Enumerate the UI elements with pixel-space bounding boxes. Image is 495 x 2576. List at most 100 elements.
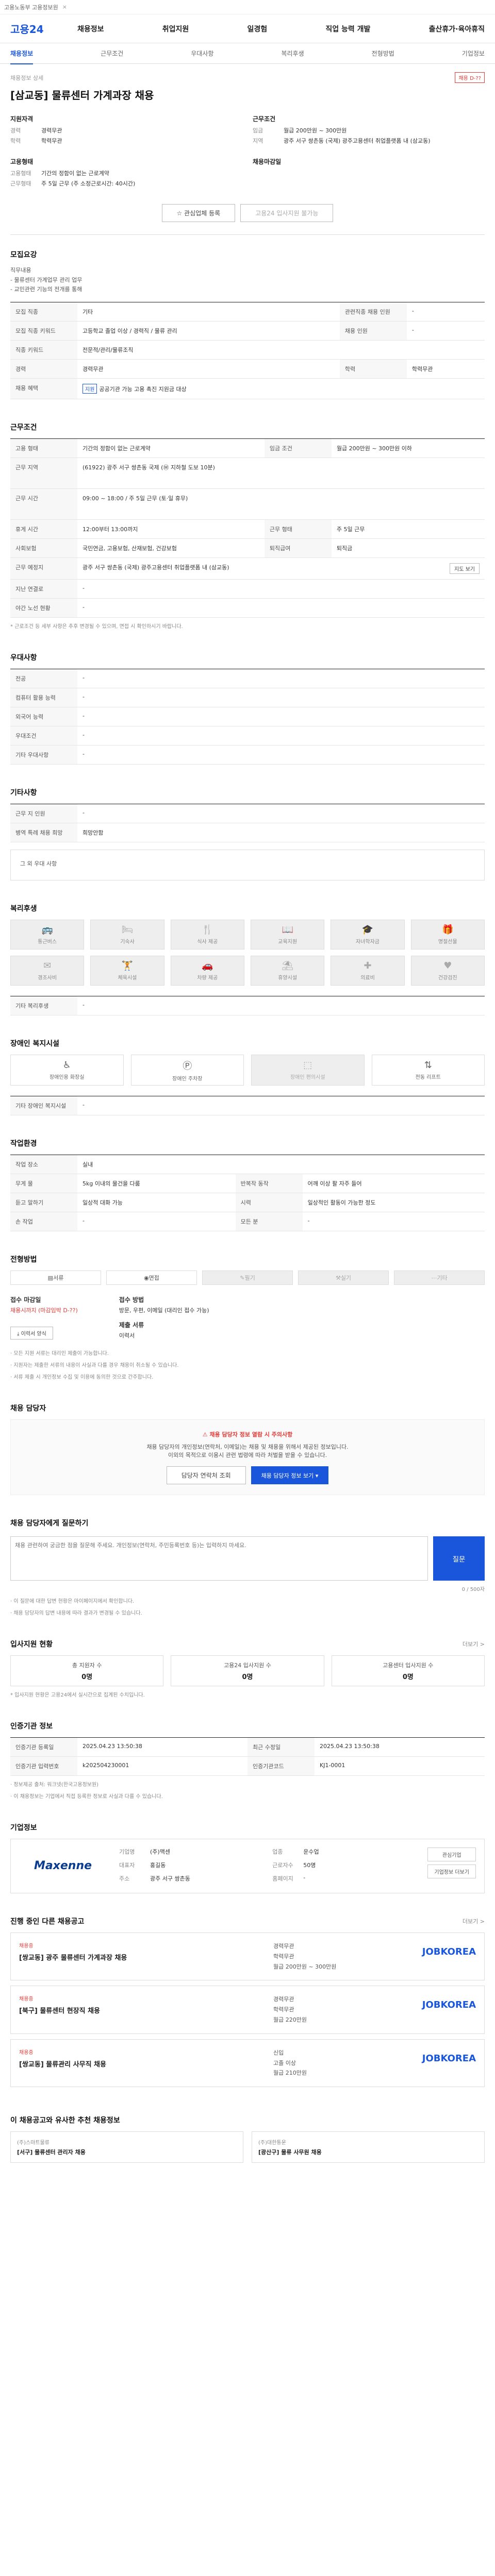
question-input[interactable] bbox=[10, 1536, 428, 1581]
process-step: ⋯ 기타 bbox=[394, 1270, 485, 1285]
kv-key: 학력 bbox=[10, 138, 21, 144]
job-source-logo: JOBKOREA bbox=[422, 1946, 476, 1958]
cell-key: 휴게 시간 bbox=[10, 519, 77, 539]
contact-view-button[interactable]: 채용 담당자 정보 보기 ▾ bbox=[251, 1466, 329, 1485]
kv-value: 월급 200만원 ~ 300만원 bbox=[284, 127, 347, 134]
apply-method-heading: 접수 방법 bbox=[119, 1296, 144, 1304]
table-row: 작업 장소 실내 bbox=[10, 1155, 485, 1175]
close-icon[interactable]: × bbox=[62, 4, 67, 10]
cell-value: - bbox=[77, 745, 485, 765]
bed-icon: 🛏 bbox=[121, 924, 134, 936]
table-row: 야간 노선 현황 - bbox=[10, 598, 485, 618]
recommend-card[interactable]: (주)스마트물류 [서구] 물류센터 관리자 채용 bbox=[10, 2131, 243, 2163]
resume-form-button[interactable]: ⤓ 이력서 양식 bbox=[10, 1327, 53, 1340]
cell-key: 듣고 말하기 bbox=[10, 1193, 77, 1213]
gnb-item-experience[interactable]: 일경험 bbox=[248, 24, 268, 34]
section-title: 모집요강 bbox=[10, 251, 37, 259]
cell-value: 09:00 ~ 18:00 / 주 5일 근무 (토·일 휴무) bbox=[77, 488, 485, 520]
cell-value: 2025.04.23 13:50:38 bbox=[315, 1737, 485, 1757]
cell-value: 어깨 이상 팔 자주 들어 bbox=[302, 1174, 485, 1194]
stat-card: 고용24 입사지원 수 0명 bbox=[171, 1655, 324, 1687]
deadline-badge: 채용 D-?? bbox=[455, 72, 485, 83]
process-note: · 지원자는 제출한 서류의 내용이 사실과 다를 경우 채용이 취소될 수 있… bbox=[10, 1363, 179, 1369]
question-note: · 이 질문에 대한 답변 현황은 마이페이지에서 확인합니다. bbox=[10, 1599, 135, 1605]
apply-button[interactable]: 고용24 입사지원 불가능 bbox=[240, 204, 334, 222]
stats-more-link[interactable]: 더보기 > bbox=[463, 1640, 485, 1648]
gnb-item-training[interactable]: 직업 능력 개발 bbox=[325, 24, 370, 34]
question-submit-button[interactable]: 질문 bbox=[433, 1536, 485, 1581]
table-row: 기타 우대사항 - bbox=[10, 745, 485, 765]
welfare-item: 🍴 식사 제공 bbox=[170, 920, 244, 950]
cell-key: 학력 bbox=[339, 359, 407, 379]
company-logo: Maxenne bbox=[34, 1859, 92, 1872]
cell-key: 사회보험 bbox=[10, 538, 77, 558]
top-banner: 고용노동부 고용정보원 × bbox=[0, 0, 495, 14]
cell-key: 컴퓨터 활용 능력 bbox=[10, 688, 77, 708]
prefer-table: 전공 - 컴퓨터 활용 능력 - 외국어 능력 - 우대조건 - 기타 우대사항 - bbox=[10, 669, 485, 765]
job-meta: 경력무관 bbox=[273, 1943, 294, 1950]
job-card[interactable]: 채용중 [쌍교동] 물류관리 사무직 채용 신입 고졸 이상 월급 210만원 JOB… bbox=[10, 2039, 485, 2088]
cell-key: 퇴직급여 bbox=[264, 538, 332, 558]
related-more-link[interactable]: 더보기 > bbox=[463, 1917, 485, 1925]
job-description: 직무내용 - 물류센터 가계업무 관리 업무 - 교민관련 기능의 전개를 통해 bbox=[10, 267, 82, 293]
tab-welfare[interactable]: 복리후생 bbox=[281, 49, 304, 58]
bus-icon: 🚌 bbox=[41, 924, 53, 936]
cell-key: 작업 장소 bbox=[10, 1155, 77, 1175]
cell-value: - bbox=[77, 669, 485, 689]
recommend-card[interactable]: (주)대한통운 [광산구] 물류 사무원 채용 bbox=[252, 2131, 485, 2163]
disability-label: 전동 리프트 bbox=[415, 1075, 441, 1081]
cell-value: 고등학교 졸업 이상 / 경력직 / 물류 관리 bbox=[77, 321, 340, 341]
site-logo[interactable]: 고용24 bbox=[10, 21, 77, 36]
cell-key: 근무 지역 bbox=[10, 457, 77, 489]
disability-item: ♿ 장애인용 화장실 bbox=[10, 1055, 124, 1086]
welfare-item: 🚗 차량 제공 bbox=[170, 956, 244, 986]
site-header: 고용24 채용정보 취업지원 일경험 직업 능력 개발 출산휴가·육아휴직 bbox=[0, 14, 495, 43]
table-row: 근무 예정지 광주 서구 쌍촌동 (국제) 광주고용센터 취업플랫폼 내 (삼교동… bbox=[10, 557, 485, 580]
disability-section: 장애인 복지시설 ♿ 장애인용 화장실 Ⓟ 장애인 주차장 ⬚ 장애인 편의시설 ⇅ 전… bbox=[10, 1024, 485, 1124]
cell-key: 모집 직종 키워드 bbox=[10, 321, 77, 341]
job-meta: 고졸 이상 bbox=[273, 2059, 296, 2066]
warning-icon: ⚠ bbox=[202, 1431, 210, 1438]
table-row: 사회보험 국민연금, 고용보험, 산재보험, 건강보험 퇴직급여 퇴직금 bbox=[10, 538, 485, 558]
etc-more-box: 그 외 우대 사항 bbox=[10, 850, 485, 881]
section-title: 이 채용공고와 유사한 추천 채용정보 bbox=[10, 2116, 120, 2125]
job-card-title: [쌍교동] 물류관리 사무직 채용 bbox=[19, 2060, 106, 2069]
related-section: 진행 중인 다른 채용공고 더보기 > 채용중 [쌍교동] 광주 물류센터 가계과… bbox=[10, 1902, 485, 2100]
favorite-button[interactable]: ☆ 관심업체 등록 bbox=[161, 204, 236, 222]
tab-process[interactable]: 전형방법 bbox=[372, 49, 394, 58]
tab-prefer[interactable]: 우대사항 bbox=[191, 49, 213, 58]
job-tag: 채용중 bbox=[19, 1996, 34, 2003]
more-icon: ⋯ bbox=[431, 1274, 437, 1281]
welfare-label: 식사 제공 bbox=[197, 939, 218, 945]
company-more-button[interactable]: 기업정보 더보기 bbox=[427, 1865, 476, 1879]
cell-value: - bbox=[77, 996, 485, 1016]
process-notes: · 모든 지원 서류는 대리인 제출이 가능합니다. · 지원자는 제출한 서류… bbox=[10, 1349, 485, 1380]
map-button[interactable]: 지도 보기 bbox=[450, 563, 480, 574]
welfare-item: ⛱ 휴양시설 bbox=[250, 956, 325, 986]
job-card[interactable]: 채용중 [쌍교동] 광주 물류센터 가계과장 채용 경력무관 학력무관 월급 200만… bbox=[10, 1933, 485, 1981]
job-meta: 월급 200만원 ~ 300만원 bbox=[273, 1963, 337, 1970]
cell-key: 병역 특례 채용 희망 bbox=[10, 823, 77, 843]
gnb-item-leave[interactable]: 출산휴가·육아휴직 bbox=[429, 24, 485, 34]
stats-note: * 입사지원 현황은 고용24에서 실시간으로 집계된 수치입니다. bbox=[10, 1692, 145, 1699]
contact-box: ⚠ 채용 담당자 정보 열람 시 주의사항 채용 담당자의 개인정보(연락처, … bbox=[10, 1419, 485, 1496]
tab-work[interactable]: 근무조건 bbox=[101, 49, 123, 58]
breadcrumb: 채용정보 상세 bbox=[10, 74, 44, 81]
favorite-label: 관심업체 등록 bbox=[184, 210, 221, 217]
job-card[interactable]: 채용중 [북구] 물류센터 현장직 채용 경력무관 학력무관 월급 220만원 JOB… bbox=[10, 1986, 485, 2034]
tab-recruit[interactable]: 채용정보 bbox=[10, 49, 34, 64]
kv-value: 50명 bbox=[303, 1862, 316, 1869]
welfare-label: 의료비 bbox=[360, 975, 375, 981]
employment-type-heading: 고용형태 bbox=[10, 158, 34, 165]
favorite-company-button[interactable]: 관심기업 bbox=[427, 1848, 476, 1862]
tab-company[interactable]: 기업정보 bbox=[462, 49, 485, 58]
disability-label: 장애인 주차장 bbox=[172, 1076, 203, 1082]
apply-info: 접수 마감일 채용시까지 (마감임박 D-??) ⤓ 이력서 양식 접수 방법 … bbox=[10, 1295, 485, 1340]
company-section: 기업정보 Maxenne 기업명 (주)맥센 업종 운수업 대표자 홍길동 근로자수 5… bbox=[10, 1808, 485, 1902]
process-step: ⚒ 실기 bbox=[298, 1270, 389, 1285]
gnb-item-jobs[interactable]: 채용정보 bbox=[77, 24, 104, 34]
cell-value: - bbox=[77, 1212, 236, 1232]
cell-value: 퇴직금 bbox=[331, 538, 485, 558]
contact-lookup-button[interactable]: 담당자 연락처 조회 bbox=[166, 1466, 246, 1485]
gnb-item-support[interactable]: 취업지원 bbox=[162, 24, 189, 34]
